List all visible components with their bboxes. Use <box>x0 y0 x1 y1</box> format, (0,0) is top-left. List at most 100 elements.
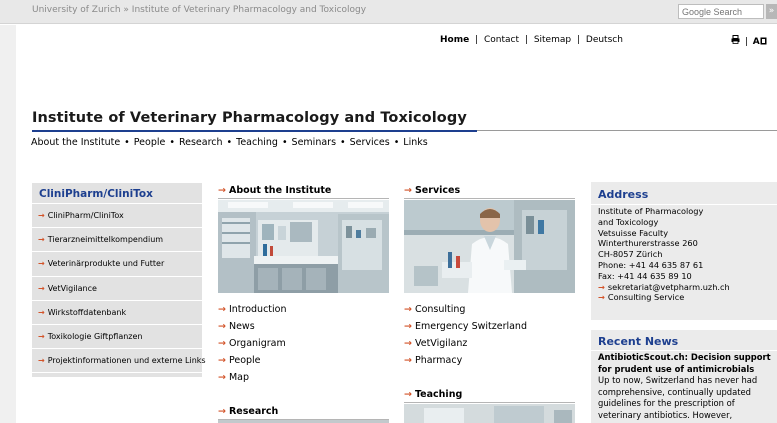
sidebar-item-label: Veterinärprodukte und Futter <box>47 259 165 269</box>
nav-seminars[interactable]: Seminars <box>292 137 336 148</box>
nav-about-the-institute[interactable]: About the Institute <box>31 137 120 148</box>
teaching-heading-link[interactable]: → Teaching <box>404 389 575 400</box>
arrow-icon: → <box>38 259 45 269</box>
nav-people[interactable]: People <box>134 137 166 148</box>
arrow-icon: → <box>404 185 412 196</box>
research-heading-link[interactable]: → Research <box>218 406 389 417</box>
address-line: Winterthurerstrasse 260 <box>598 238 698 249</box>
nav-services[interactable]: Services <box>350 137 390 148</box>
arrow-icon: → <box>598 281 605 292</box>
sidebar-item-clinipharm[interactable]: → CliniPharm/CliniTox <box>32 204 202 229</box>
sitemap-link[interactable]: Sitemap <box>534 35 571 45</box>
about-links: → Introduction → News → Organigram → People … <box>218 304 287 389</box>
research-heading: Research <box>228 406 279 417</box>
arrow-icon: → <box>38 211 45 220</box>
utility-separator: | <box>524 35 528 45</box>
arrow-icon: → <box>218 338 226 349</box>
about-link-people[interactable]: → People <box>218 355 287 372</box>
address-consulting-link[interactable]: → Consulting Service <box>598 292 730 303</box>
address-email: sekretariat@vetpharm.uzh.ch <box>607 281 730 292</box>
text-size-label: A <box>752 37 760 47</box>
recent-news-rule <box>591 350 777 351</box>
services-link-pharmacy[interactable]: → Pharmacy <box>404 355 527 372</box>
home-link[interactable]: Home <box>440 35 469 45</box>
about-link-news[interactable]: → News <box>218 321 287 338</box>
sidebar: CliniPharm/CliniTox → CliniPharm/CliniTox… <box>32 183 206 377</box>
sidebar-item-veterinaerprodukte[interactable]: → Veterinärprodukte und Futter <box>32 252 202 277</box>
about-link-map[interactable]: → Map <box>218 372 287 389</box>
sidebar-item-label: Projektinformationen und externe Links <box>47 356 206 366</box>
arrow-icon: → <box>38 283 45 293</box>
nav-teaching[interactable]: Teaching <box>236 137 278 148</box>
services-link-consulting[interactable]: → Consulting <box>404 304 527 321</box>
printer-icon[interactable] <box>731 35 743 47</box>
nav-separator: • <box>281 137 288 148</box>
sidebar-item-label: CliniPharm/CliniTox <box>47 211 124 220</box>
services-link-vetvigilanz[interactable]: → VetVigilanz <box>404 338 527 355</box>
utility-icons: | A <box>731 35 767 47</box>
utility-icons-separator: | <box>744 37 748 47</box>
arrow-icon: → <box>38 235 45 245</box>
arrow-icon: → <box>218 185 226 196</box>
services-link-label: Consulting <box>414 304 466 315</box>
nav-separator: • <box>226 137 233 148</box>
arrow-icon: → <box>404 389 412 400</box>
about-link-introduction[interactable]: → Introduction <box>218 304 287 321</box>
nav-research[interactable]: Research <box>179 137 223 148</box>
services-section-header: → Services <box>404 185 575 199</box>
breadcrumb-university-link[interactable]: University of Zurich <box>32 5 121 15</box>
address-fax: Fax: +41 44 635 89 10 <box>598 270 692 281</box>
about-link-label: Introduction <box>228 304 287 315</box>
search-input[interactable] <box>678 4 764 19</box>
utility-separator: | <box>576 35 581 45</box>
breadcrumb-institute-link[interactable]: Institute of Veterinary Pharmacology and… <box>132 5 366 15</box>
arrow-icon: → <box>218 304 226 315</box>
sidebar-item-projektinformationen[interactable]: → Projektinformationen und externe Links <box>32 349 206 374</box>
arrow-icon: → <box>38 307 45 317</box>
research-section-header: → Research <box>218 406 389 420</box>
search-button[interactable]: » <box>766 4 777 19</box>
nav-separator: • <box>124 137 130 148</box>
arrow-icon: → <box>218 372 226 383</box>
arrow-icon: → <box>38 331 45 341</box>
teaching-photo[interactable] <box>404 404 575 423</box>
contact-link[interactable]: Contact <box>484 35 519 45</box>
nav-separator: • <box>340 137 346 148</box>
news-headline[interactable]: AntibioticScout.ch: Decision support for… <box>598 352 776 375</box>
address-email-link[interactable]: → sekretariat@vetpharm.uzh.ch <box>598 282 730 293</box>
laboratory-photo[interactable] <box>218 200 389 293</box>
sidebar-item-vetvigilance[interactable]: → VetVigilance <box>32 277 202 301</box>
breadcrumb: University of Zurich » Institute of Vete… <box>32 5 366 15</box>
about-link-organigram[interactable]: → Organigram <box>218 338 287 355</box>
main-nav: About the Institute • People • Research • Teac… <box>31 137 428 148</box>
address-phone: Phone: +41 44 635 87 61 <box>598 259 704 270</box>
address-title-rule <box>591 204 777 205</box>
services-photo[interactable] <box>404 200 575 293</box>
recent-news-title: Recent News <box>598 335 679 348</box>
arrow-icon: → <box>38 356 45 366</box>
sidebar-item-wirkstoffdatenbank[interactable]: → Wirkstoffdatenbank <box>32 301 202 325</box>
deutsch-link[interactable]: Deutsch <box>586 35 623 45</box>
arrow-icon: → <box>598 292 605 303</box>
services-link-emergency[interactable]: → Emergency Switzerland <box>404 321 527 338</box>
breadcrumb-separator: » <box>123 5 129 15</box>
about-heading-link[interactable]: → About the Institute <box>218 185 389 196</box>
teaching-heading: Teaching <box>414 389 463 400</box>
text-size-icon[interactable]: A <box>753 37 767 47</box>
services-heading-link[interactable]: → Services <box>404 185 575 196</box>
sidebar-item-giftpflanzen[interactable]: → Toxikologie Giftpflanzen <box>32 325 202 350</box>
news-item: AntibioticScout.ch: Decision support for… <box>598 352 776 421</box>
nav-links[interactable]: Links <box>403 137 427 148</box>
arrow-icon: → <box>404 321 412 332</box>
utility-separator: | <box>475 35 479 45</box>
top-bar: University of Zurich » Institute of Vete… <box>0 0 777 24</box>
sidebar-title[interactable]: CliniPharm/CliniTox <box>39 188 153 200</box>
about-heading-rule <box>218 198 389 199</box>
about-heading: About the Institute <box>228 185 332 196</box>
nav-separator: • <box>393 137 400 148</box>
services-link-label: Pharmacy <box>414 355 463 366</box>
title-rule <box>477 130 777 131</box>
sidebar-item-tierarzneimittelkompendium[interactable]: → Tierarzneimittelkompendium <box>32 228 202 253</box>
address-title: Address <box>598 188 649 201</box>
arrow-icon: → <box>218 406 226 417</box>
